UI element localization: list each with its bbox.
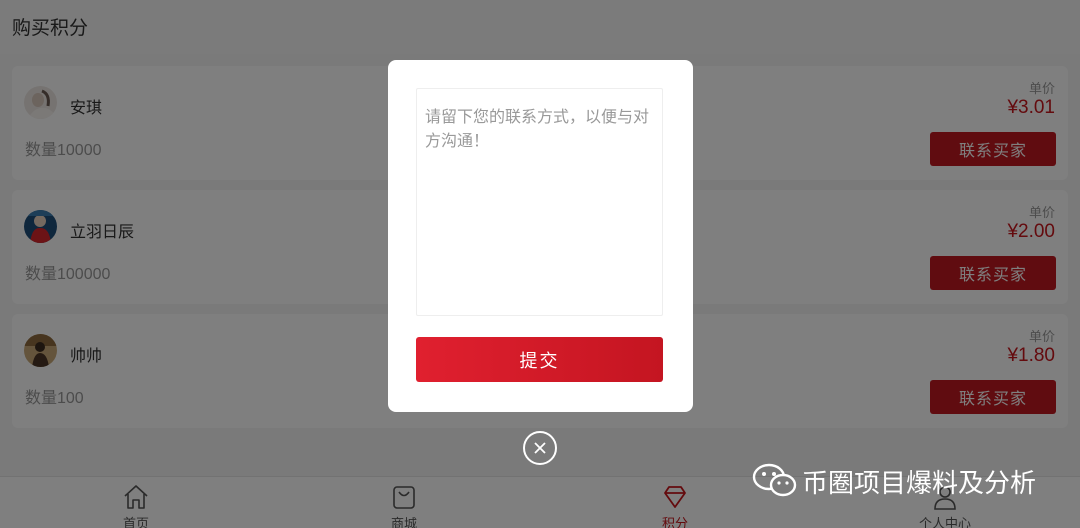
contact-info-textarea[interactable] (416, 88, 663, 316)
watermark-text: 币圈项目爆料及分析 (802, 469, 1037, 499)
contact-dialog: 提交 (388, 60, 693, 412)
wechat-icon (752, 463, 797, 497)
close-icon (534, 442, 546, 454)
submit-button[interactable]: 提交 (416, 337, 663, 382)
close-dialog-button[interactable] (523, 431, 557, 465)
